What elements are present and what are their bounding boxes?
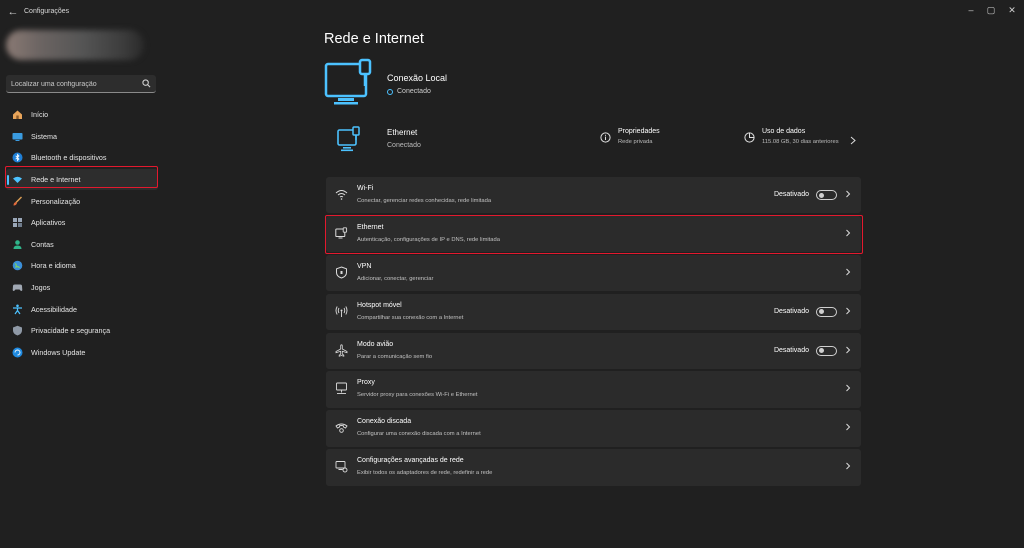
back-arrow-icon[interactable]: ← [6, 5, 20, 19]
sidebar-item-hora-idioma[interactable]: Hora e idioma [6, 255, 158, 277]
search-input[interactable] [11, 78, 136, 90]
system-icon [12, 131, 23, 142]
chevron-right-icon[interactable] [844, 345, 852, 355]
account-icon [12, 239, 23, 250]
wifi-toggle[interactable] [816, 190, 837, 200]
app-title: Configurações [24, 8, 70, 15]
sidebar-item-aplicativos[interactable]: Aplicativos [6, 212, 158, 234]
ethernet-highlight-annotation [325, 215, 863, 254]
page-title: Rede e Internet [324, 31, 424, 47]
dialup-icon [335, 423, 348, 434]
card-advanced-network[interactable]: Configurações avançadas de rede Exibir t… [326, 449, 861, 486]
avatar [6, 30, 144, 60]
close-icon[interactable]: ✕ [1003, 3, 1021, 17]
hotspot-state: Desativado [773, 307, 809, 315]
sidebar-item-contas[interactable]: Contas [6, 234, 158, 256]
wifi-state: Desativado [773, 191, 809, 198]
ethernet-hero-icon [324, 58, 372, 105]
card-dialup[interactable]: Conexão discada Configurar uma conexão d… [326, 410, 861, 447]
chevron-right-icon[interactable] [850, 136, 856, 145]
info-icon [600, 132, 611, 143]
card-wifi[interactable]: Wi-Fi Conectar, gerenciar redes conhecid… [326, 177, 861, 214]
airplane-icon [335, 343, 348, 357]
search-box[interactable] [6, 75, 156, 93]
chevron-right-icon[interactable] [844, 267, 852, 277]
search-icon[interactable] [142, 79, 151, 88]
ethernet-icon [337, 126, 360, 152]
title-bar: ← Configurações – ▢ ✕ [0, 0, 1024, 26]
hotspot-toggle[interactable] [816, 306, 837, 317]
card-airplane-mode[interactable]: Modo avião Parar a comunicação sem fio D… [326, 332, 861, 369]
airplane-state: Desativado [773, 346, 809, 354]
proxy-icon [336, 383, 347, 395]
shield-icon [12, 325, 23, 336]
update-icon [12, 347, 23, 358]
chevron-right-icon[interactable] [844, 306, 852, 316]
sidebar-item-privacidade[interactable]: Privacidade e segurança [6, 320, 158, 342]
minimize-icon[interactable]: – [962, 3, 980, 17]
properties-link[interactable]: Propriedades Rede privada [600, 128, 660, 145]
apps-icon [12, 217, 23, 228]
wifi-icon [335, 190, 348, 200]
brush-icon [12, 196, 23, 207]
globe-icon [12, 260, 23, 271]
bluetooth-icon [12, 152, 23, 163]
gamepad-icon [12, 282, 23, 293]
ethernet-summary: Ethernet Conectado Propriedades Rede pri… [324, 122, 864, 158]
chevron-right-icon[interactable] [844, 461, 852, 471]
connection-status: Conectado [387, 88, 431, 95]
chevron-right-icon[interactable] [844, 422, 852, 432]
connected-icon [387, 88, 393, 95]
sidebar-highlight-annotation [5, 166, 158, 188]
chevron-right-icon[interactable] [844, 189, 852, 199]
data-usage-link[interactable]: Uso de dados 115.08 GB, 30 dias anterior… [744, 128, 839, 145]
sidebar-item-acessibilidade[interactable]: Acessibilidade [6, 298, 158, 320]
ethernet-status: Conectado [387, 142, 421, 149]
card-hotspot[interactable]: Hotspot móvel Compartilhar sua conexão c… [326, 293, 861, 331]
accessibility-icon [12, 304, 23, 315]
hotspot-icon [335, 305, 348, 317]
card-vpn[interactable]: VPN Adicionar, conectar, gerenciar [326, 254, 861, 292]
vpn-shield-icon [336, 266, 347, 279]
card-proxy[interactable]: Proxy Servidor proxy para conexões Wi-Fi… [326, 371, 861, 408]
sidebar-item-jogos[interactable]: Jogos [6, 277, 158, 299]
airplane-toggle[interactable] [816, 345, 837, 356]
connection-name: Conexão Local [387, 73, 448, 83]
user-profile[interactable] [6, 30, 146, 62]
sidebar-item-personalizacao[interactable]: Personalização [6, 190, 158, 212]
ethernet-name: Ethernet [387, 128, 418, 137]
sidebar-item-inicio[interactable]: Início [6, 104, 158, 126]
sidebar-nav: Início Sistema Bluetooth e dispositivos … [6, 104, 158, 363]
chevron-right-icon[interactable] [844, 383, 852, 393]
sidebar-item-windows-update[interactable]: Windows Update [6, 342, 158, 364]
sidebar-item-sistema[interactable]: Sistema [6, 126, 158, 148]
home-icon [12, 109, 23, 120]
advanced-network-icon [335, 461, 348, 473]
data-usage-icon [744, 132, 755, 143]
maximize-icon[interactable]: ▢ [982, 3, 1000, 17]
